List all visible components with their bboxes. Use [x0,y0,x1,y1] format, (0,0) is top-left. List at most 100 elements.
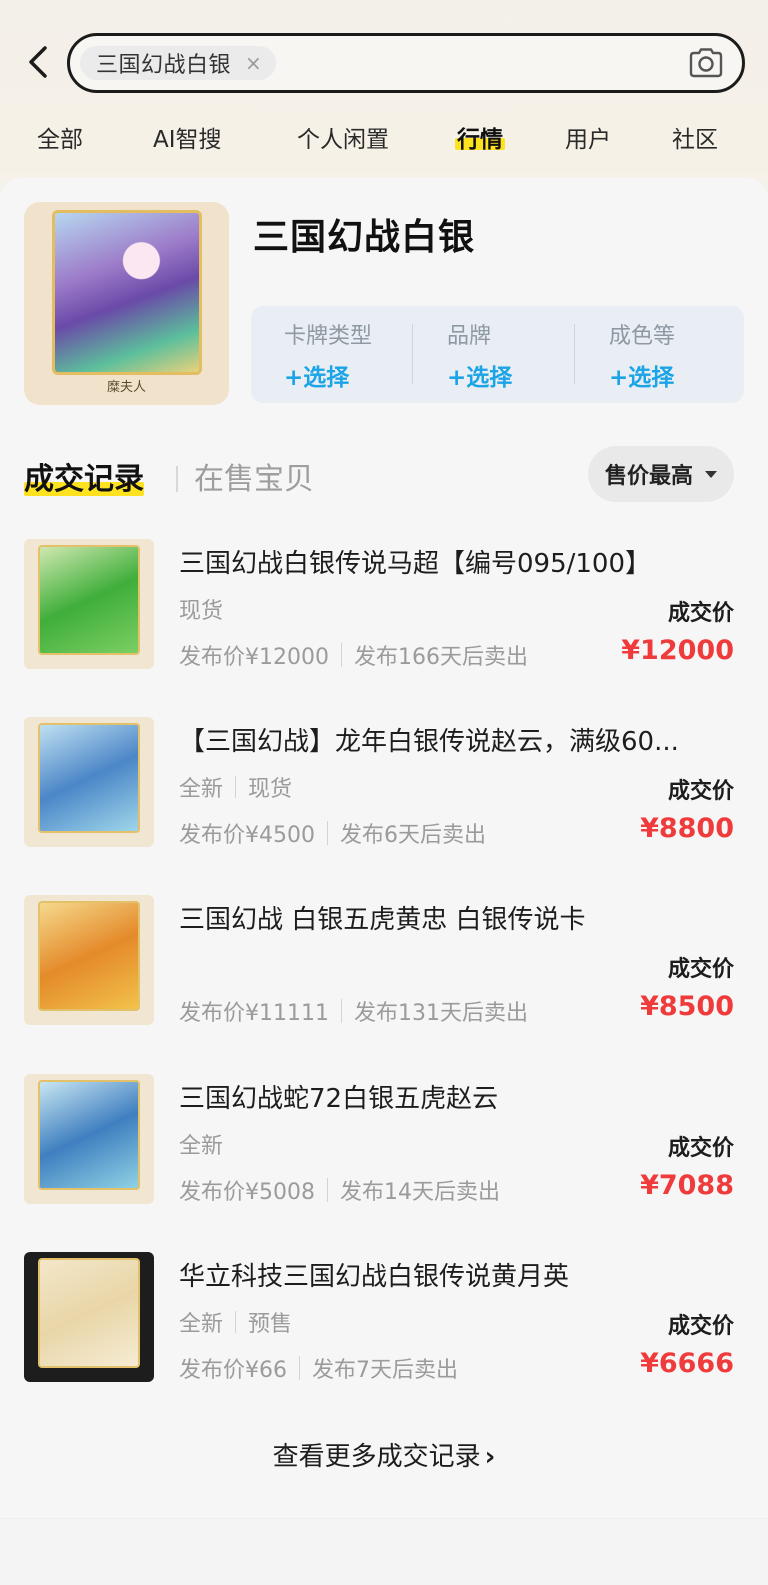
tab-label: 全部 [37,127,83,153]
search-box[interactable]: 三国幻战白银 × [67,33,745,93]
divider [412,324,413,384]
deal-price: ¥12000 [621,635,734,666]
filter-select-action[interactable]: +选择 [609,358,674,392]
record-item[interactable]: 三国幻战蛇72白银五虎赵云 全新 发布价¥5008 发布14天后卖出 成交价 ¥… [0,1074,768,1214]
tag: 现货 [179,599,224,624]
filter-select-action[interactable]: +选择 [284,358,349,392]
record-meta: 发布价¥4500 发布6天后卖出 [179,817,486,849]
divider [340,999,342,1023]
tab-label: AI智搜 [153,127,222,153]
bottom-spacer [0,1518,768,1585]
filter-label: 卡牌类型 [284,324,373,349]
record-title: 华立科技三国幻战白银传说黄月英 [179,1262,570,1292]
camera-icon [689,48,723,78]
record-thumbnail [24,1074,154,1204]
deal-price-label: 成交价 [667,779,734,804]
tag: 全新 [179,777,224,802]
record-thumbnail [24,895,154,1025]
tab-label: 用户 [565,127,611,153]
deal-price-label: 成交价 [667,601,734,626]
publish-price: 发布价¥11111 [179,1001,329,1026]
record-meta: 发布价¥5008 发布14天后卖出 [179,1174,500,1206]
top-bar: 三国幻战白银 × 全部 AI智搜 个人闲置 行情 用户 社区 [0,0,768,180]
search-tabs: 全部 AI智搜 个人闲置 行情 用户 社区 [0,120,768,162]
caret-down-icon [705,470,717,478]
tag: 现货 [248,777,293,802]
record-thumbnail [24,717,154,847]
tab-label: 行情 [457,127,503,153]
divider [327,1178,328,1202]
card-artwork [38,723,140,833]
card-artwork [38,1258,140,1368]
record-item[interactable]: 三国幻战白银传说马超【编号095/100】 现货 发布价¥12000 发布166… [0,539,768,679]
record-tags: 全新 现货 [179,771,292,803]
tab-on-sale[interactable]: 在售宝贝 [194,454,314,498]
record-item[interactable]: 三国幻战 白银五虎黄忠 白银传说卡 发布价¥11111 发布131天后卖出 成交… [0,895,768,1035]
sort-dropdown[interactable]: 售价最高 [588,446,734,502]
divider [235,776,237,798]
tag: 预售 [248,1312,293,1337]
product-image[interactable]: 糜夫人 [24,202,229,405]
card-artwork [38,545,140,655]
tab-personal-idle[interactable]: 个人闲置 [297,120,389,154]
deal-price: ¥7088 [640,1170,734,1201]
sort-label: 售价最高 [604,464,693,489]
record-title: 三国幻战白银传说马超【编号095/100】 [179,549,652,579]
sold-after: 发布166天后卖出 [353,645,528,670]
tab-label: 社区 [672,127,718,153]
record-item[interactable]: 【三国幻战】龙年白银传说赵云，满级60... 全新 现货 发布价¥4500 发布… [0,717,768,857]
filter-label: 品牌 [447,324,492,349]
divider [327,821,328,845]
tag: 全新 [179,1134,224,1159]
tab-users[interactable]: 用户 [565,120,611,154]
record-meta: 发布价¥66 发布7天后卖出 [179,1352,458,1384]
card-name-caption: 糜夫人 [106,380,146,395]
back-button[interactable] [18,42,58,82]
tab-label: 个人闲置 [297,127,389,153]
camera-search-button[interactable] [688,47,724,79]
divider [176,466,178,492]
filter-select-action[interactable]: +选择 [447,358,512,392]
record-tags: 现货 [179,593,223,625]
search-keyword-text: 三国幻战白银 [96,53,232,78]
sold-after: 发布6天后卖出 [340,823,486,848]
record-thumbnail [24,539,154,669]
publish-price: 发布价¥5008 [179,1180,315,1205]
deal-price-label: 成交价 [667,1314,734,1339]
deal-price: ¥8800 [640,813,734,844]
record-tags: 全新 预售 [179,1306,292,1338]
filter-brand[interactable]: 品牌 +选择 [414,306,578,403]
search-keyword-chip[interactable]: 三国幻战白银 × [80,46,276,80]
record-title: 【三国幻战】龙年白银传说赵云，满级60... [179,727,679,757]
chevron-left-icon [29,46,47,78]
market-panel: 糜夫人 三国幻战白银 卡牌类型 +选择 品牌 +选择 成色等 +选择 成交记录 … [0,178,768,1518]
tag: 全新 [179,1312,224,1337]
filter-card-type[interactable]: 卡牌类型 +选择 [251,306,415,403]
sold-after: 发布14天后卖出 [340,1180,500,1205]
tab-transaction-records[interactable]: 成交记录 [24,454,144,498]
tab-label: 成交记录 [24,462,144,497]
sold-after: 发布131天后卖出 [353,1001,528,1026]
record-meta: 发布价¥12000 发布166天后卖出 [179,639,528,671]
record-title: 三国幻战 白银五虎黄忠 白银传说卡 [179,905,586,935]
product-title: 三国幻战白银 [253,217,476,258]
divider [299,1356,300,1380]
tab-all[interactable]: 全部 [37,120,83,154]
card-artwork [52,210,202,375]
filter-condition[interactable]: 成色等 +选择 [576,306,740,403]
clear-keyword-icon[interactable]: × [245,53,262,73]
record-item[interactable]: 华立科技三国幻战白银传说黄月英 全新 预售 发布价¥66 发布7天后卖出 成交价… [0,1252,768,1392]
record-thumbnail [24,1252,154,1382]
chevron-right-icon: › [484,1442,496,1472]
record-meta: 发布价¥11111 发布131天后卖出 [179,995,528,1027]
deal-price-label: 成交价 [667,957,734,982]
divider [574,324,575,384]
deal-price-label: 成交价 [667,1136,734,1161]
tab-market[interactable]: 行情 [455,120,505,154]
view-more-records-link[interactable]: 查看更多成交记录 › [0,1436,768,1473]
deal-price: ¥6666 [640,1348,734,1379]
tab-ai-search[interactable]: AI智搜 [153,120,222,154]
tab-community[interactable]: 社区 [672,120,718,154]
publish-price: 发布价¥66 [179,1358,287,1383]
divider [340,643,342,667]
